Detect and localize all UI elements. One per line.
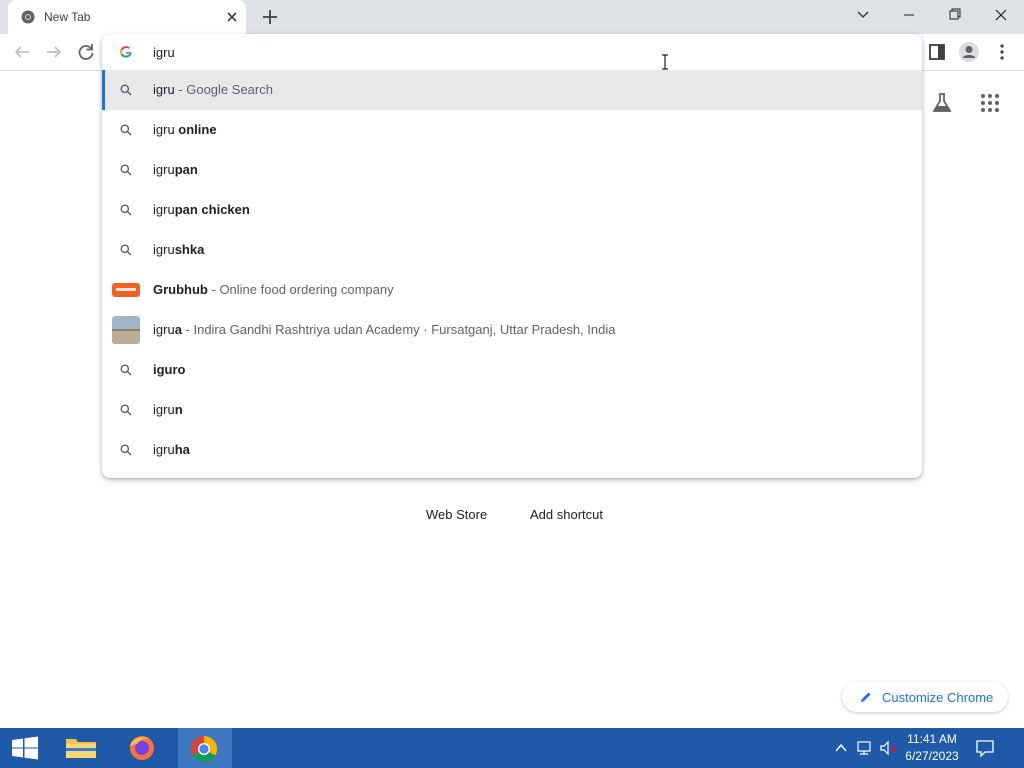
- suggestion-prefix: igru: [153, 402, 175, 417]
- profile-avatar-icon[interactable]: [958, 41, 980, 63]
- search-icon: [120, 404, 132, 416]
- file-explorer-icon[interactable]: [56, 728, 106, 768]
- search-icon: [120, 164, 132, 176]
- network-icon[interactable]: [856, 740, 874, 756]
- suggestion-text: igru - Google Search: [153, 82, 273, 97]
- apps-grid-icon[interactable]: [980, 93, 1000, 113]
- suggestion-prefix: igru: [153, 322, 175, 337]
- chrome-taskbar-icon: [190, 735, 218, 763]
- google-g-icon: [120, 46, 132, 58]
- customize-chrome-label: Customize Chrome: [882, 690, 994, 705]
- taskbar: 11:41 AM 6/27/2023: [0, 728, 1024, 768]
- tab-search-icon[interactable]: [840, 0, 886, 30]
- reload-icon[interactable]: [74, 40, 98, 64]
- windows-start-icon[interactable]: [0, 728, 50, 768]
- shortcut-add-label[interactable]: Add shortcut: [530, 507, 603, 522]
- search-icon: [120, 124, 132, 136]
- place-thumbnail-icon: [112, 316, 140, 344]
- suggestion-row[interactable]: igrua - Indira Gandhi Rashtriya udan Aca…: [102, 310, 922, 350]
- chrome-icon: [21, 10, 35, 24]
- side-panel-icon[interactable]: [928, 43, 946, 61]
- back-arrow-icon[interactable]: [10, 40, 34, 64]
- suggestion-prefix: igru: [153, 442, 175, 457]
- suggestion-text: iguro: [153, 362, 186, 377]
- restore-button[interactable]: [932, 0, 978, 30]
- labs-flask-icon[interactable]: [930, 91, 954, 115]
- suggestion-prefix: igru: [153, 202, 175, 217]
- search-icon: [120, 364, 132, 376]
- close-tab-icon[interactable]: [224, 9, 240, 25]
- text-cursor-icon: [662, 54, 668, 70]
- selection-indicator: [102, 70, 105, 110]
- search-icon: [120, 244, 132, 256]
- suggestion-match: shka: [174, 242, 205, 257]
- suggestion-match: online: [178, 122, 217, 137]
- suggestion-row[interactable]: Grubhub - Online food ordering company: [102, 270, 922, 310]
- suggestion-row[interactable]: iguro: [102, 350, 922, 390]
- suggestion-row[interactable]: igruha: [102, 430, 922, 470]
- tab-new-tab[interactable]: New Tab: [8, 0, 246, 34]
- volume-muted-icon[interactable]: [879, 740, 899, 756]
- omnibox-input-row[interactable]: igru: [102, 34, 922, 70]
- forward-arrow-icon[interactable]: [42, 40, 66, 64]
- suggestion-row[interactable]: igrun: [102, 390, 922, 430]
- suggestion-prefix: igru: [153, 162, 175, 177]
- suggestion-match: pan: [174, 162, 198, 177]
- suggestion-text: Grubhub - Online food ordering company: [153, 282, 394, 297]
- omnibox-dropdown: igru igru - Google Search igru online igru…: [102, 34, 922, 478]
- suggestion-text: igruha: [153, 442, 190, 457]
- suggestion-row[interactable]: igrupan: [102, 150, 922, 190]
- suggestion-row[interactable]: igrushka: [102, 230, 922, 270]
- suggestion-match: Grubhub: [153, 282, 208, 297]
- suggestion-text: igrun: [153, 402, 183, 417]
- suggestion-row[interactable]: igru - Google Search: [102, 70, 922, 110]
- menu-kebab-icon[interactable]: [994, 42, 1010, 62]
- notification-icon[interactable]: [974, 738, 996, 758]
- suggestion-description: - Online food ordering company: [207, 282, 394, 297]
- chrome-taskbar-item[interactable]: [178, 728, 232, 768]
- suggestion-row[interactable]: igrupan chicken: [102, 190, 922, 230]
- clock-time[interactable]: 11:41 AM: [906, 732, 958, 746]
- grubhub-logo-icon: [112, 283, 140, 297]
- firefox-icon[interactable]: [117, 728, 167, 768]
- suggestion-match: iguro: [153, 362, 186, 377]
- suggestion-prefix: igru: [153, 82, 175, 97]
- close-window-button[interactable]: [978, 0, 1024, 30]
- suggestion-match: pan chicken: [174, 202, 250, 217]
- shortcut-web-store-label[interactable]: Web Store: [426, 507, 487, 522]
- suggestion-row[interactable]: igru online: [102, 110, 922, 150]
- search-icon: [120, 444, 132, 456]
- new-tab-button[interactable]: [260, 7, 280, 27]
- suggestion-text: igrushka: [153, 242, 204, 257]
- tab-strip: New Tab: [0, 0, 1024, 34]
- suggestion-text: igrupan: [153, 162, 198, 177]
- suggestion-description: - Google Search: [174, 82, 273, 97]
- tab-title: New Tab: [44, 10, 91, 24]
- chevron-up-icon[interactable]: [834, 741, 848, 755]
- suggestion-match: n: [174, 402, 183, 417]
- suggestion-description: - Indira Gandhi Rashtriya udan Academy ·…: [181, 322, 616, 337]
- search-icon: [120, 84, 132, 96]
- omnibox-input[interactable]: igru: [153, 45, 175, 60]
- customize-chrome-button[interactable]: Customize Chrome: [842, 682, 1008, 712]
- clock-date[interactable]: 6/27/2023: [902, 749, 962, 763]
- suggestion-prefix: igru: [153, 122, 179, 137]
- suggestion-text: igrupan chicken: [153, 202, 250, 217]
- minimize-button[interactable]: [886, 0, 932, 30]
- suggestion-text: igru online: [153, 122, 217, 137]
- suggestion-match: ha: [174, 442, 190, 457]
- suggestion-prefix: igru: [153, 242, 175, 257]
- pencil-icon: [861, 692, 871, 702]
- search-icon: [120, 204, 132, 216]
- suggestion-text: igrua - Indira Gandhi Rashtriya udan Aca…: [153, 322, 615, 337]
- suggestion-match: a: [174, 322, 182, 337]
